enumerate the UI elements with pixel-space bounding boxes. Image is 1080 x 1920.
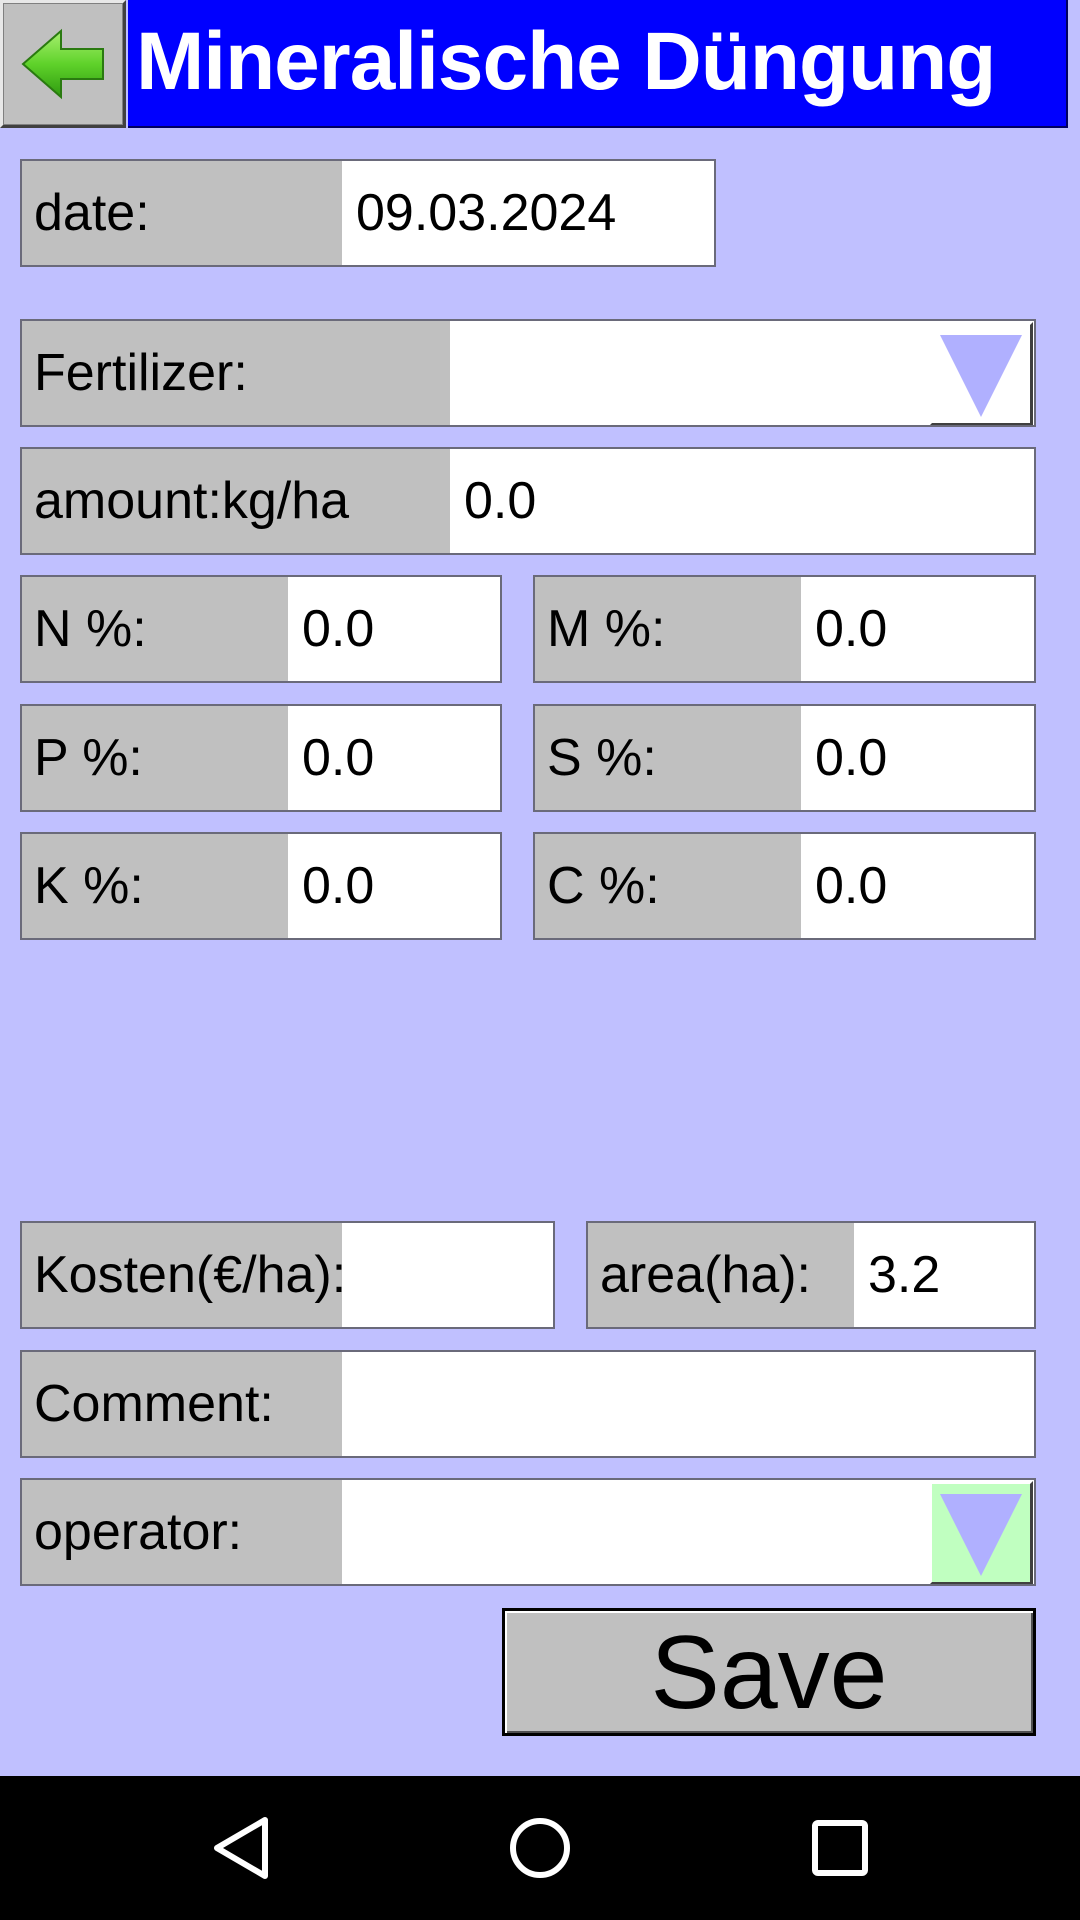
operator-value[interactable] — [342, 1480, 928, 1584]
kosten-label: Kosten(€/ha): — [22, 1223, 346, 1327]
arrow-left-icon — [21, 28, 104, 100]
fertilizer-value[interactable] — [450, 321, 928, 425]
s-percent-field[interactable]: S %: 0.0 — [533, 704, 1036, 812]
n-percent-value[interactable]: 0.0 — [288, 577, 500, 681]
nav-home-icon[interactable] — [506, 1814, 574, 1882]
c-percent-field[interactable]: C %: 0.0 — [533, 832, 1036, 940]
m-percent-value[interactable]: 0.0 — [801, 577, 1034, 681]
area-value[interactable]: 3.2 — [854, 1223, 1034, 1327]
area-field[interactable]: area(ha): 3.2 — [586, 1221, 1036, 1329]
k-percent-value[interactable]: 0.0 — [288, 834, 500, 938]
s-percent-value[interactable]: 0.0 — [801, 706, 1034, 810]
fertilizer-select[interactable]: Fertilizer: — [20, 319, 1036, 427]
kosten-value[interactable] — [342, 1223, 553, 1327]
operator-select[interactable]: operator: — [20, 1478, 1036, 1586]
back-button[interactable] — [0, 0, 126, 128]
s-percent-label: S %: — [535, 706, 801, 810]
date-label: date: — [22, 161, 342, 265]
amount-label: amount:kg/ha — [22, 449, 450, 553]
comment-label: Comment: — [22, 1352, 342, 1456]
n-percent-label: N %: — [22, 577, 288, 681]
p-percent-label: P %: — [22, 706, 288, 810]
page-title: Mineralische Düngung — [136, 16, 996, 107]
amount-value[interactable]: 0.0 — [450, 449, 1034, 553]
operator-dropdown-button[interactable] — [929, 1481, 1033, 1584]
triangle-down-icon — [940, 1494, 1022, 1576]
comment-value[interactable] — [342, 1352, 1034, 1456]
fertilizer-dropdown-button[interactable] — [929, 322, 1033, 425]
c-percent-label: C %: — [535, 834, 801, 938]
date-value[interactable]: 09.03.2024 — [342, 161, 714, 265]
operator-label: operator: — [22, 1480, 342, 1584]
triangle-down-icon — [940, 335, 1022, 417]
nav-recents-icon[interactable] — [806, 1814, 874, 1882]
system-nav-bar — [0, 1776, 1080, 1920]
kosten-field[interactable]: Kosten(€/ha): — [20, 1221, 555, 1329]
fertilizer-label: Fertilizer: — [22, 321, 450, 425]
n-percent-field[interactable]: N %: 0.0 — [20, 575, 502, 683]
m-percent-field[interactable]: M %: 0.0 — [533, 575, 1036, 683]
c-percent-value[interactable]: 0.0 — [801, 834, 1034, 938]
comment-field[interactable]: Comment: — [20, 1350, 1036, 1458]
m-percent-label: M %: — [535, 577, 801, 681]
area-label: area(ha): — [588, 1223, 854, 1327]
p-percent-field[interactable]: P %: 0.0 — [20, 704, 502, 812]
k-percent-label: K %: — [22, 834, 288, 938]
p-percent-value[interactable]: 0.0 — [288, 706, 500, 810]
amount-field[interactable]: amount:kg/ha 0.0 — [20, 447, 1036, 555]
date-field[interactable]: date: 09.03.2024 — [20, 159, 716, 267]
nav-back-icon[interactable] — [207, 1814, 275, 1882]
k-percent-field[interactable]: K %: 0.0 — [20, 832, 502, 940]
title-bar: Mineralische Düngung — [128, 0, 1068, 128]
save-button[interactable]: Save — [502, 1608, 1036, 1736]
